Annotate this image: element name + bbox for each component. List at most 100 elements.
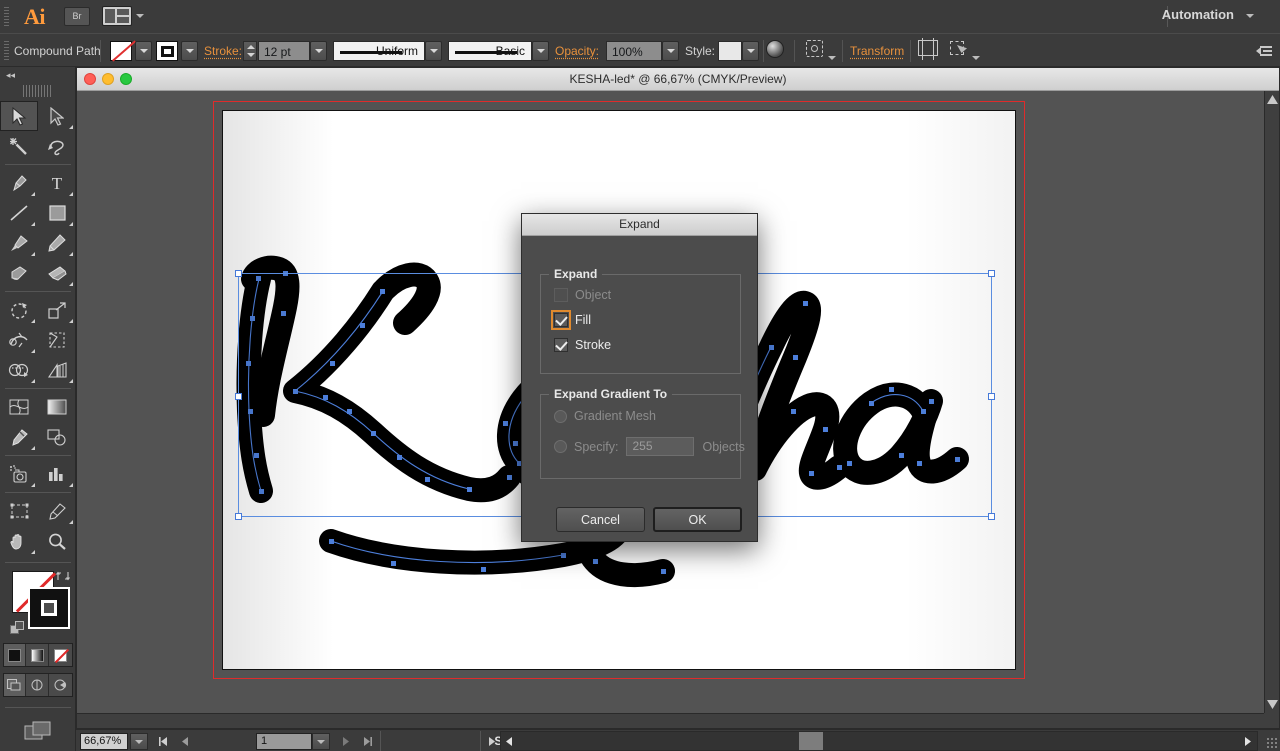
expand-stroke-checkbox[interactable] [554, 338, 568, 352]
none-mode-button[interactable] [48, 644, 72, 666]
document-title-bar[interactable]: KESHA-led* @ 66,67% (CMYK/Preview) [77, 68, 1279, 91]
expand-fill-row[interactable]: Fill [551, 310, 591, 330]
type-tool[interactable]: T [38, 168, 76, 198]
status-menu-icon[interactable] [482, 733, 500, 750]
full-screen-mode-button[interactable] [48, 674, 72, 696]
resize-grip-icon[interactable] [1266, 737, 1278, 749]
selection-handle-bottom-left[interactable] [235, 513, 242, 520]
width-tool[interactable] [0, 325, 38, 355]
scroll-right-arrow-icon [1245, 737, 1251, 746]
panel-menu-icon[interactable] [1256, 46, 1272, 58]
selection-handle-middle-right[interactable] [988, 393, 995, 400]
collapse-panel-icon[interactable]: ◂◂ [6, 71, 15, 80]
horizontal-scroll-thumb[interactable] [799, 732, 823, 750]
artboard-tool[interactable] [0, 496, 38, 526]
document-horizontal-scrollbar[interactable] [500, 731, 1258, 751]
selection-handle-top-left[interactable] [235, 270, 242, 277]
change-screen-mode-icon[interactable] [0, 714, 76, 748]
stroke-weight-label[interactable]: Stroke: [204, 44, 242, 58]
opacity-label[interactable]: Opacity: [555, 44, 599, 58]
selection-handle-bottom-right[interactable] [988, 513, 995, 520]
eraser-tool[interactable] [38, 258, 76, 288]
direct-selection-tool[interactable] [38, 101, 76, 131]
paintbrush-tool[interactable] [0, 228, 38, 258]
control-divider-4 [842, 40, 843, 62]
gradient-mesh-label: Gradient Mesh [574, 409, 656, 423]
gradient-tool[interactable] [38, 392, 76, 422]
eyedropper-tool[interactable] [0, 422, 38, 452]
graphic-style-dropdown[interactable] [742, 41, 759, 61]
ok-button[interactable]: OK [653, 507, 742, 532]
cancel-button[interactable]: Cancel [556, 507, 645, 532]
selection-tool[interactable] [0, 101, 38, 131]
rotate-tool[interactable] [0, 295, 38, 325]
workspace-chevron-down-icon[interactable] [1246, 14, 1254, 18]
stroke-profile-select[interactable]: Uniform [333, 41, 425, 61]
mesh-tool[interactable] [0, 392, 38, 422]
select-similar-icon[interactable] [806, 40, 828, 62]
stroke-black-swatch[interactable] [28, 587, 70, 629]
isolate-selected-icon[interactable] [950, 40, 972, 62]
fill-swatch-dropdown[interactable] [135, 41, 152, 61]
stroke-weight-stepper[interactable] [243, 41, 257, 61]
normal-screen-mode-button[interactable] [3, 674, 27, 696]
swap-fill-stroke-icon[interactable] [56, 569, 70, 581]
recolor-artwork-icon[interactable] [766, 40, 788, 62]
opacity-input[interactable]: 100% [606, 41, 662, 61]
full-screen-menubar-mode-button[interactable] [26, 674, 49, 696]
magic-wand-tool[interactable] [0, 131, 38, 161]
slice-tool[interactable] [38, 496, 76, 526]
symbol-sprayer-tool[interactable] [0, 459, 38, 489]
graphic-style-swatch[interactable] [718, 41, 742, 61]
selection-handle-top-right[interactable] [988, 270, 995, 277]
expand-fill-checkbox[interactable] [551, 310, 571, 330]
brush-definition-select[interactable]: Basic [448, 41, 532, 61]
control-divider-5 [910, 40, 911, 62]
column-graph-tool[interactable] [38, 459, 76, 489]
transform-link[interactable]: Transform [850, 44, 904, 58]
canvas-horizontal-scrollbar[interactable] [77, 713, 1264, 728]
selection-handle-middle-left[interactable] [235, 393, 242, 400]
expand-object-row[interactable]: Object [554, 288, 611, 302]
scale-tool[interactable] [38, 295, 76, 325]
artboard-number-dropdown[interactable] [312, 733, 330, 750]
pencil-tool[interactable] [38, 228, 76, 258]
workspace-switcher[interactable]: Automation [1162, 7, 1234, 22]
isolate-chevron-down-icon[interactable] [972, 56, 980, 60]
stroke-profile-dropdown[interactable] [425, 41, 442, 61]
first-artboard-icon[interactable] [154, 733, 172, 750]
select-similar-chevron-down-icon[interactable] [828, 56, 836, 60]
free-transform-tool[interactable] [38, 325, 76, 355]
line-segment-tool[interactable] [0, 198, 38, 228]
zoom-level-input[interactable]: 66,67% [80, 733, 128, 750]
brush-definition-dropdown[interactable] [532, 41, 549, 61]
color-mode-button[interactable] [3, 644, 27, 666]
opacity-dropdown[interactable] [662, 41, 679, 61]
stroke-weight-dropdown[interactable] [310, 41, 327, 61]
expand-stroke-row[interactable]: Stroke [554, 338, 611, 352]
rectangle-tool[interactable] [38, 198, 76, 228]
align-objects-icon[interactable] [918, 38, 940, 62]
previous-artboard-icon[interactable] [176, 733, 194, 750]
artboard-number-input[interactable]: 1 [256, 733, 312, 750]
lasso-tool[interactable] [38, 131, 76, 161]
hand-tool[interactable] [0, 526, 38, 556]
zoom-level-dropdown[interactable] [130, 733, 148, 750]
default-fill-stroke-icon[interactable] [10, 621, 26, 637]
arrange-documents-icon[interactable] [102, 6, 132, 26]
arrange-documents-chevron-down-icon[interactable] [136, 14, 144, 18]
zoom-tool[interactable] [38, 526, 76, 556]
go-to-bridge-button[interactable]: Br [64, 7, 90, 26]
stroke-color-swatch[interactable] [156, 41, 178, 61]
gradient-specify-label: Specify: [574, 439, 619, 454]
blob-brush-tool[interactable] [0, 258, 38, 288]
shape-builder-tool[interactable] [0, 355, 38, 385]
perspective-grid-tool[interactable] [38, 355, 76, 385]
pen-tool[interactable] [0, 168, 38, 198]
stroke-swatch-dropdown[interactable] [181, 41, 198, 61]
fill-color-swatch[interactable] [110, 41, 132, 61]
canvas-vertical-scrollbar[interactable] [1264, 91, 1279, 713]
blend-tool[interactable] [38, 422, 76, 452]
stroke-weight-input[interactable]: 12 pt [258, 41, 310, 61]
gradient-mode-button[interactable] [26, 644, 49, 666]
